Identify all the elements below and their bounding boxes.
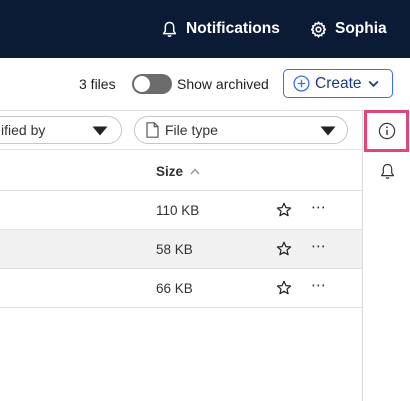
modified-by-filter[interactable]: ified by (0, 116, 122, 144)
file-type-filter[interactable]: File type (134, 116, 348, 144)
more-icon[interactable]: ⋯ (311, 239, 327, 254)
top-bar: Notifications Sophia (0, 0, 410, 58)
caret-down-icon (320, 126, 336, 136)
file-size: 110 KB (156, 203, 200, 218)
size-header-label: Size (156, 164, 184, 179)
create-button[interactable]: Create (283, 69, 393, 98)
notifications-label: Notifications (186, 20, 280, 37)
document-icon (146, 122, 159, 138)
star-icon[interactable] (276, 280, 292, 296)
star-icon[interactable] (276, 241, 292, 257)
file-type-label: File type (165, 122, 218, 138)
plus-circle-icon (293, 75, 310, 92)
more-icon[interactable]: ⋯ (311, 278, 327, 293)
more-icon[interactable]: ⋯ (311, 200, 327, 215)
notifications-button[interactable]: Notifications (162, 18, 280, 40)
filter-bar: ified by File type (0, 110, 362, 150)
table-row[interactable]: 110 KB ⋯ (0, 191, 362, 230)
create-label: Create (315, 74, 362, 92)
show-archived-toggle[interactable] (132, 74, 172, 94)
table-header: Size (0, 151, 362, 191)
table-row[interactable]: 58 KB ⋯ (0, 230, 362, 269)
table-row[interactable]: 66 KB ⋯ (0, 269, 362, 308)
sort-up-icon (190, 168, 200, 175)
file-size: 66 KB (156, 281, 193, 296)
info-icon (378, 122, 395, 140)
user-menu-button[interactable]: Sophia (310, 18, 387, 40)
chevron-down-icon (368, 80, 378, 87)
files-count: 3 files (79, 76, 116, 92)
info-button[interactable] (364, 110, 409, 152)
size-column-header[interactable]: Size (156, 164, 200, 179)
side-panel (362, 110, 410, 401)
modified-by-label: ified by (1, 122, 46, 138)
show-archived-label: Show archived (177, 76, 269, 92)
caret-down-icon (92, 126, 108, 136)
user-name: Sophia (335, 20, 387, 37)
star-icon[interactable] (276, 202, 292, 218)
bell-icon (162, 21, 177, 37)
bell-icon (380, 163, 394, 179)
toggle-knob (134, 76, 150, 92)
notifications-panel-button[interactable] (376, 160, 398, 182)
file-size: 58 KB (156, 242, 193, 257)
gear-icon (310, 20, 327, 38)
